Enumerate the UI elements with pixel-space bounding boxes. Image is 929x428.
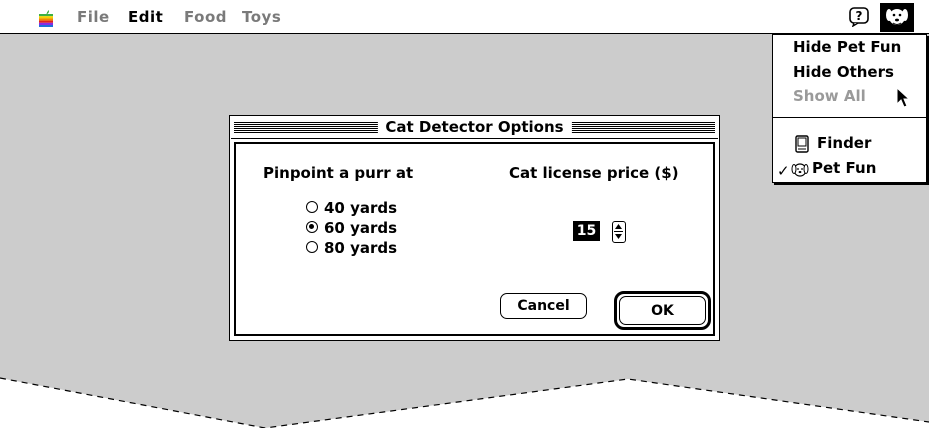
menu-item-hide-others[interactable]: Hide Others	[793, 63, 894, 81]
pet-fun-dog-icon	[791, 163, 809, 177]
menu-item-label: Finder	[817, 134, 872, 152]
checkmark-icon: ✓	[777, 162, 790, 180]
mouse-pointer-icon	[896, 87, 911, 108]
cat-detector-options-dialog: Cat Detector Options Pinpoint a purr at …	[229, 115, 720, 341]
dialog-title: Cat Detector Options	[377, 118, 572, 137]
menu-food[interactable]: Food	[184, 8, 227, 26]
pet-fun-dog-icon	[886, 9, 908, 25]
radio-button[interactable]	[306, 201, 318, 213]
price-stepper[interactable]	[612, 221, 626, 243]
menu-item-hide-pet-fun[interactable]: Hide Pet Fun	[793, 38, 901, 56]
dialog-title-bar[interactable]: Cat Detector Options	[231, 117, 718, 139]
application-menu[interactable]	[880, 3, 914, 32]
menu-item-label: Pet Fun	[812, 159, 877, 177]
radio-label: 40 yards	[324, 199, 398, 217]
stepper-arrows-icon	[614, 224, 623, 239]
dialog-content: Pinpoint a purr at 40 yards 60 yards 80 …	[234, 142, 715, 336]
radio-button[interactable]	[306, 241, 318, 253]
cancel-button[interactable]: Cancel	[500, 293, 587, 319]
menu-toys[interactable]: Toys	[242, 8, 281, 26]
menu-separator	[773, 117, 926, 118]
license-price-label: Cat license price ($)	[509, 164, 679, 182]
radio-label: 60 yards	[324, 219, 398, 237]
menu-file[interactable]: File	[77, 8, 110, 26]
ok-button[interactable]: OK	[619, 296, 706, 325]
menu-bar: File Edit Food Toys ?	[0, 0, 929, 34]
radio-label: 80 yards	[324, 239, 398, 257]
price-value-field[interactable]: 15	[573, 221, 600, 241]
purr-range-label: Pinpoint a purr at	[263, 164, 414, 182]
radio-button[interactable]	[306, 221, 318, 233]
apple-logo-icon[interactable]	[38, 9, 54, 27]
menu-edit[interactable]: Edit	[128, 8, 163, 26]
finder-icon	[795, 135, 809, 153]
svg-text:?: ?	[856, 9, 863, 23]
balloon-help-icon[interactable]: ?	[848, 7, 870, 27]
menu-item-show-all[interactable]: Show All	[793, 87, 866, 105]
